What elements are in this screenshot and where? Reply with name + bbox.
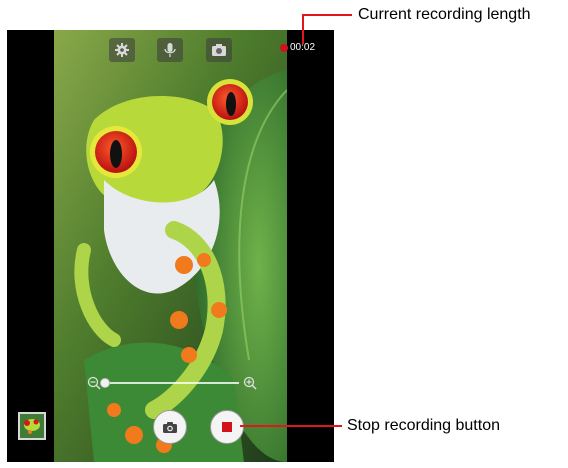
camera-viewfinder — [54, 30, 287, 462]
camera-icon — [163, 421, 177, 433]
recording-indicator-icon — [280, 43, 288, 52]
recording-length-callout-line — [302, 14, 304, 44]
zoom-slider-track[interactable] — [105, 382, 239, 384]
settings-icon — [115, 43, 129, 57]
stop-recording-button[interactable] — [210, 410, 244, 444]
recording-length-callout-line — [302, 14, 352, 16]
thumbnail-image — [20, 414, 44, 438]
stop-button-callout-label: Stop recording button — [347, 417, 500, 434]
zoom-out-icon[interactable] — [87, 376, 101, 390]
switch-camera-icon — [212, 44, 226, 56]
recording-timer: 00:02 — [280, 42, 315, 53]
frog-preview-image — [54, 30, 287, 462]
microphone-button[interactable] — [157, 38, 183, 62]
zoom-in-icon[interactable] — [243, 376, 257, 390]
snapshot-button[interactable] — [153, 410, 187, 444]
settings-button[interactable] — [109, 38, 135, 62]
last-capture-thumbnail[interactable] — [18, 412, 46, 440]
switch-camera-button[interactable] — [206, 38, 232, 62]
stop-button-callout-line — [240, 425, 342, 427]
zoom-control[interactable] — [87, 376, 257, 390]
camera-screen: 00:02 — [7, 30, 334, 462]
microphone-icon — [164, 43, 176, 57]
recording-length-callout-label: Current recording length — [358, 6, 531, 23]
stop-icon — [222, 422, 232, 432]
zoom-slider-handle[interactable] — [100, 378, 110, 388]
